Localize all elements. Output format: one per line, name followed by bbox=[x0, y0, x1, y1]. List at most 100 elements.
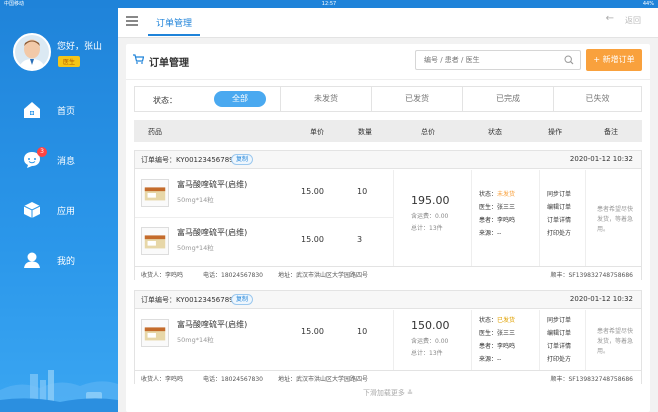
order-remark: 患者希望尽快发货，等着急用。 bbox=[597, 328, 634, 355]
divider bbox=[471, 310, 472, 371]
divider bbox=[585, 310, 586, 371]
order-card: 订单编号：KY00123456789 复制 2020-01-12 10:32 富… bbox=[134, 290, 642, 384]
filter-tab-shipped[interactable]: 已发货 bbox=[371, 87, 462, 111]
col-header-actions: 操作 bbox=[548, 128, 562, 136]
print-prescription-link[interactable]: 打印处方 bbox=[547, 228, 571, 237]
order-total: 195.00 bbox=[411, 194, 450, 207]
item-count: 总计：13件 bbox=[411, 225, 443, 232]
avatar[interactable] bbox=[13, 33, 51, 71]
role-badge: 医生 bbox=[58, 56, 81, 67]
address: 地址：武汉市洪山区大学园路四号 bbox=[278, 272, 369, 279]
page-title: 订单管理 bbox=[149, 58, 189, 69]
col-header-status: 状态 bbox=[488, 128, 502, 136]
receiver: 收货人：李鸣鸣 bbox=[141, 376, 184, 383]
app-root: 中国移动 12:57 44% 您好，张山 医生 首页 3 消息 应用 我的 订单… bbox=[0, 0, 658, 412]
user-icon bbox=[24, 252, 40, 268]
col-header-remark: 备注 bbox=[604, 128, 618, 136]
filter-tab-all[interactable]: 全部 bbox=[195, 87, 285, 111]
message-count-badge: 3 bbox=[37, 147, 47, 157]
print-prescription-link[interactable]: 打印处方 bbox=[547, 354, 571, 363]
nav-label-apps: 应用 bbox=[57, 207, 76, 217]
order-doctor: 医生：张三三 bbox=[479, 204, 516, 211]
order-card: 订单编号：KY00123456789 复制 2020-01-12 10:32 富… bbox=[134, 150, 642, 280]
back-button[interactable]: 返回 bbox=[625, 15, 641, 26]
top-bar: 订单管理 ← 返回 bbox=[118, 8, 658, 38]
divider bbox=[471, 170, 472, 267]
order-status: 状态：未发货 bbox=[479, 189, 515, 198]
order-detail-link[interactable]: 订单详情 bbox=[547, 215, 571, 224]
city-illustration bbox=[0, 370, 118, 412]
order-footer: 收货人：李鸣鸣 电话：18024567830 地址：武汉市洪山区大学园路四号 顺… bbox=[135, 370, 641, 384]
nav-item-home[interactable]: 首页 bbox=[0, 90, 118, 130]
divider bbox=[539, 170, 540, 267]
sync-order-link[interactable]: 同步订单 bbox=[547, 189, 571, 198]
col-header-price: 单价 bbox=[310, 128, 324, 136]
phone: 电话：18024567830 bbox=[203, 376, 263, 383]
drug-qty: 10 bbox=[357, 187, 368, 196]
battery-label: 44% bbox=[642, 1, 654, 7]
back-arrow-icon[interactable]: ← bbox=[606, 13, 614, 24]
nav-label-me: 我的 bbox=[57, 257, 76, 267]
drug-name: 富马酸喹硫平(启维) bbox=[177, 228, 248, 237]
edit-order-link[interactable]: 编辑订单 bbox=[547, 202, 571, 211]
order-date: 2020-01-12 10:32 bbox=[569, 295, 633, 303]
clock-label: 12:57 bbox=[321, 1, 337, 7]
order-patient: 患者：李鸣鸣 bbox=[479, 217, 516, 224]
add-order-button[interactable]: + 新增订单 bbox=[586, 49, 642, 71]
order-status: 状态：已发货 bbox=[479, 315, 515, 324]
shipping-fee: 含运费：0.00 bbox=[411, 213, 449, 220]
order-header: 订单编号：KY00123456789 复制 2020-01-12 10:32 bbox=[135, 151, 641, 169]
order-number: 订单编号：KY00123456789 bbox=[141, 156, 234, 164]
drug-price: 15.00 bbox=[301, 327, 324, 336]
chevron-down-icon: ≚ bbox=[407, 389, 414, 397]
search-input[interactable] bbox=[424, 51, 564, 69]
filter-tab-all-label: 全部 bbox=[214, 91, 266, 107]
load-more-label: 下滑加载更多 bbox=[362, 389, 405, 397]
divider bbox=[393, 170, 394, 267]
col-header-drug: 药品 bbox=[148, 128, 162, 136]
drug-row: 富马酸喹硫平(启维) 50mg*14粒 15.00 10 bbox=[135, 310, 393, 358]
search-box bbox=[415, 50, 581, 70]
drug-spec: 50mg*14粒 bbox=[177, 244, 214, 252]
status-label: 状态： bbox=[479, 317, 498, 324]
nav-item-apps[interactable]: 应用 bbox=[0, 190, 118, 230]
orders-panel: 订单管理 + 新增订单 状态： 全部 未发货 已发货 已完成 已失效 药品 单价… bbox=[126, 44, 650, 412]
order-detail-link[interactable]: 订单详情 bbox=[547, 341, 571, 350]
status-label: 状态： bbox=[479, 191, 498, 198]
drug-name: 富马酸喹硫平(启维) bbox=[177, 320, 248, 329]
drug-spec: 50mg*14粒 bbox=[177, 196, 214, 204]
filter-tab-unshipped[interactable]: 未发货 bbox=[280, 87, 371, 111]
filter-label: 状态： bbox=[153, 96, 177, 105]
drug-qty: 3 bbox=[357, 235, 363, 244]
divider bbox=[585, 170, 586, 267]
load-more-hint[interactable]: 下滑加载更多 ≚ bbox=[126, 388, 650, 398]
edit-order-link[interactable]: 编辑订单 bbox=[547, 328, 571, 337]
sync-order-link[interactable]: 同步订单 bbox=[547, 315, 571, 324]
drug-row: 富马酸喹硫平(启维) 50mg*14粒 15.00 3 bbox=[135, 218, 393, 266]
filter-tab-completed[interactable]: 已完成 bbox=[462, 87, 553, 111]
order-doctor: 医生：张三三 bbox=[479, 330, 516, 337]
search-icon[interactable] bbox=[564, 55, 574, 65]
item-count: 总计：13件 bbox=[411, 350, 443, 357]
cart-icon bbox=[133, 54, 144, 64]
copy-button[interactable]: 复制 bbox=[231, 294, 254, 305]
copy-button[interactable]: 复制 bbox=[231, 154, 254, 165]
col-header-qty: 数量 bbox=[358, 128, 372, 136]
drug-name: 富马酸喹硫平(启维) bbox=[177, 180, 248, 189]
sidebar: 您好，张山 医生 首页 3 消息 应用 我的 bbox=[0, 0, 118, 412]
order-header: 订单编号：KY00123456789 复制 2020-01-12 10:32 bbox=[135, 291, 641, 309]
nav-item-me[interactable]: 我的 bbox=[0, 240, 118, 280]
nav-label-messages: 消息 bbox=[57, 157, 76, 167]
shipping-fee: 含运费：0.00 bbox=[411, 338, 449, 345]
cube-icon bbox=[23, 202, 41, 218]
waybill: 顺丰：SF1398327487586​86 bbox=[550, 376, 633, 383]
drug-box-image bbox=[141, 179, 169, 207]
top-tab-orders[interactable]: 订单管理 bbox=[156, 16, 192, 29]
waybill: 顺丰：SF1398327487586​86 bbox=[550, 272, 633, 279]
order-patient: 患者：李鸣鸣 bbox=[479, 343, 516, 350]
filter-tab-expired[interactable]: 已失效 bbox=[553, 87, 641, 111]
drug-price: 15.00 bbox=[301, 235, 324, 244]
menu-icon[interactable] bbox=[126, 16, 138, 26]
col-header-total: 总价 bbox=[421, 128, 435, 136]
nav-item-messages[interactable]: 3 消息 bbox=[0, 140, 118, 180]
